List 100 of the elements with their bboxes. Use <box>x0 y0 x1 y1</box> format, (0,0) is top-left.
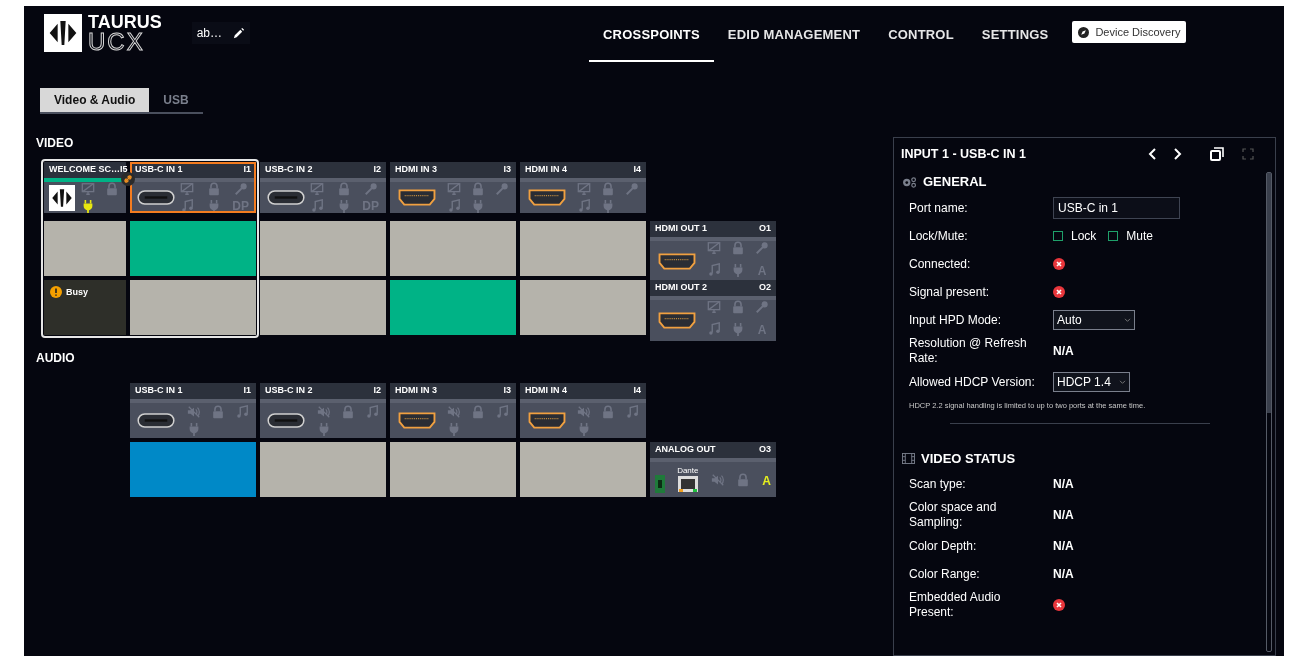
film-strip-icon <box>902 452 915 464</box>
music-note-icon <box>707 263 721 277</box>
plug-icon <box>187 422 201 436</box>
field-label: Resolution @ Refresh Rate: <box>909 336 1028 366</box>
checkbox-label: Mute <box>1126 228 1154 245</box>
crossed-monitor-icon <box>81 182 95 196</box>
section-title: VIDEO STATUS <box>921 449 1016 468</box>
nav-tab[interactable]: EDID MANAGEMENT <box>713 6 875 62</box>
lock-icon <box>731 241 745 255</box>
busy-crosspoint[interactable]: Busy <box>44 280 126 335</box>
restore-button[interactable] <box>1210 147 1224 161</box>
device-name-field[interactable]: ab… <box>191 22 251 44</box>
port-name: HDMI IN 3 <box>395 163 437 177</box>
checkbox[interactable] <box>1053 231 1063 241</box>
plug-icon <box>337 199 351 213</box>
usb-c-port-icon <box>267 190 305 205</box>
crossed-monitor-icon <box>310 182 325 196</box>
muted-speaker-icon <box>187 405 201 419</box>
music-note-icon <box>447 199 461 213</box>
fullscreen-button[interactable] <box>1242 148 1254 160</box>
field-value: N/A <box>1053 507 1074 525</box>
hdmi-port-icon <box>397 412 437 429</box>
key-icon <box>233 182 248 196</box>
port-id: I4 <box>633 163 641 177</box>
field-value: N/A <box>1053 566 1074 584</box>
gears-icon <box>902 176 917 188</box>
panel-title: INPUT 1 - USB-C IN 1 <box>901 145 1026 163</box>
view-tab[interactable]: Video & Audio <box>40 88 150 112</box>
lock-icon <box>731 300 745 314</box>
checkbox-label: Lock <box>1071 228 1097 245</box>
dropdown[interactable]: HDCP 1.4 <box>1053 372 1130 392</box>
plug-icon <box>577 422 591 436</box>
usb-c-port-icon <box>137 190 175 205</box>
crosspoint-cell[interactable] <box>520 442 646 497</box>
crossed-monitor-icon <box>707 300 721 314</box>
music-note-icon <box>495 405 509 419</box>
lock-icon <box>736 472 751 487</box>
section-heading: VIDEO <box>36 135 75 152</box>
nav-tab[interactable]: CONTROL <box>874 6 968 62</box>
port-name: USB-C IN 2 <box>265 163 313 177</box>
port-name: USB-C IN 2 <box>265 384 313 398</box>
music-note-icon <box>310 199 325 213</box>
port-id: O3 <box>759 443 771 457</box>
fullscreen-icon <box>1242 148 1254 160</box>
field-label: Connected: <box>909 256 972 272</box>
compass-icon <box>1078 26 1090 38</box>
crosspoint-cell[interactable] <box>260 221 386 276</box>
lock-icon <box>601 405 615 419</box>
music-note-icon <box>707 322 721 336</box>
crosspoint-cell[interactable] <box>390 280 516 335</box>
port-name: HDMI IN 3 <box>395 384 437 398</box>
crosspoint-cell[interactable] <box>520 221 646 276</box>
port-id: I3 <box>503 384 511 398</box>
field-label: Signal present: <box>909 284 991 300</box>
view-tab[interactable]: USB <box>149 88 203 112</box>
usb-c-port-icon <box>267 413 305 428</box>
crosspoint-cell[interactable] <box>390 221 516 276</box>
device-discovery-button[interactable]: Device Discovery <box>1072 21 1187 43</box>
lock-icon <box>337 182 351 196</box>
crosspoint-cell[interactable] <box>260 442 386 497</box>
crosspoint-cell[interactable] <box>260 280 386 335</box>
music-note-icon <box>577 199 591 213</box>
port-name: USB-C IN 1 <box>135 384 183 398</box>
logo-icon <box>44 14 82 52</box>
crosspoint-cell[interactable] <box>390 442 516 497</box>
checkbox[interactable] <box>1108 231 1119 241</box>
dante-label: Dante <box>677 466 699 475</box>
section-title: GENERAL <box>923 173 987 192</box>
lock-icon <box>105 182 119 196</box>
port-name: ANALOG OUT <box>655 443 716 457</box>
nav-tab[interactable]: CROSSPOINTS <box>589 6 714 62</box>
crosspoint-cell[interactable] <box>130 221 256 276</box>
port-name-field[interactable]: USB-C in 1 <box>1053 197 1180 219</box>
crosspoint-cell[interactable] <box>130 442 256 497</box>
plug-icon <box>731 322 745 336</box>
key-icon <box>363 182 378 196</box>
crossed-monitor-icon <box>577 182 591 196</box>
field-value: N/A <box>1053 538 1074 556</box>
crosspoint-cell[interactable] <box>520 280 646 335</box>
nav-tab[interactable]: SETTINGS <box>967 6 1063 62</box>
port-name: HDMI IN 4 <box>525 163 567 177</box>
port-id: I1 <box>243 384 251 398</box>
usb-c-port-icon <box>137 413 175 428</box>
pencil-icon <box>232 26 246 40</box>
port-name: WELCOME SC… <box>49 163 120 177</box>
crosspoint-cell[interactable] <box>130 280 256 335</box>
dropdown[interactable]: Auto <box>1053 310 1135 330</box>
key-icon <box>625 182 639 196</box>
field-label: Color space and Sampling: <box>909 500 998 531</box>
field-label: Color Range: <box>909 566 981 582</box>
port-id: I5 <box>120 163 128 177</box>
tag-label: A <box>762 473 771 488</box>
port-id: I3 <box>503 163 511 177</box>
hdmi-port-icon <box>397 189 437 206</box>
port-id: O1 <box>759 222 771 236</box>
port-id: I1 <box>243 163 251 177</box>
crosspoint-cell[interactable] <box>44 221 126 276</box>
field-label: Embedded Audio Present: <box>909 590 1002 621</box>
chevron-down-icon <box>1124 317 1131 323</box>
logo-icon <box>49 184 75 211</box>
